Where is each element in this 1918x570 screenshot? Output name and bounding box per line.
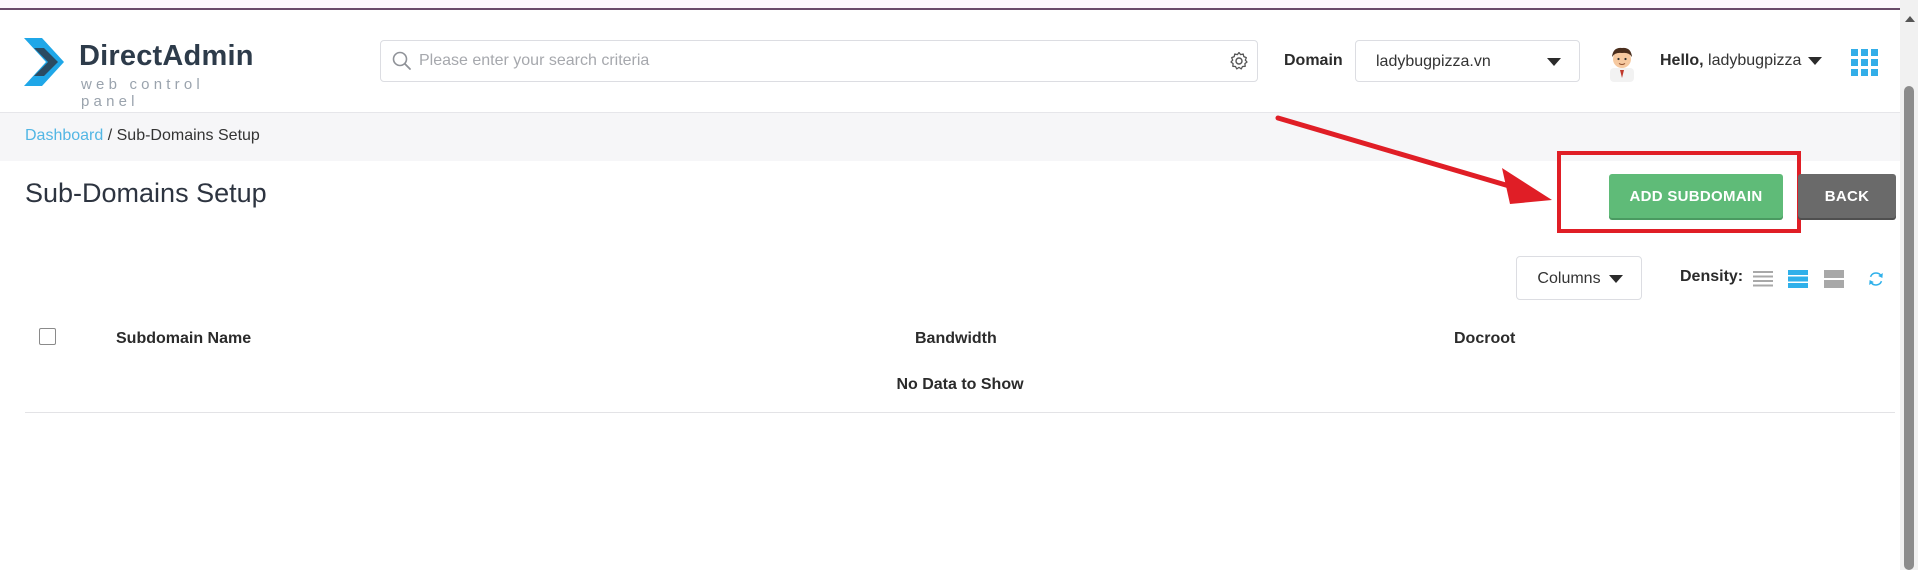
search-icon <box>392 51 411 70</box>
search-input[interactable] <box>419 41 1199 81</box>
refresh-icon[interactable] <box>1867 270 1885 288</box>
scrollbar-thumb[interactable] <box>1904 86 1914 570</box>
density-medium-icon[interactable] <box>1788 270 1808 288</box>
add-subdomain-button[interactable]: ADD SUBDOMAIN <box>1609 174 1783 218</box>
density-compact-icon[interactable] <box>1753 270 1773 288</box>
columns-dropdown[interactable]: Columns <box>1516 256 1642 300</box>
annotation-arrow <box>1275 115 1552 204</box>
empty-table-message: No Data to Show <box>896 376 1024 393</box>
logo-name: DirectAdmin <box>79 40 254 72</box>
chevron-down-icon <box>1609 275 1623 283</box>
column-header-bandwidth[interactable]: Bandwidth <box>915 330 997 348</box>
logo[interactable]: DirectAdmin web control panel <box>24 32 264 110</box>
top-header: DirectAdmin web control panel Domain lad… <box>0 12 1900 113</box>
domain-select[interactable]: ladybugpizza.vn <box>1355 40 1580 82</box>
apps-grid-icon[interactable] <box>1851 49 1878 76</box>
breadcrumb: Dashboard / Sub-Domains Setup <box>25 127 260 145</box>
page-scrollbar[interactable] <box>1900 0 1918 570</box>
logo-tagline: web control panel <box>81 76 204 110</box>
breadcrumb-dashboard-link[interactable]: Dashboard <box>25 127 103 144</box>
columns-label: Columns <box>1537 270 1601 287</box>
column-header-subdomain-name[interactable]: Subdomain Name <box>116 330 251 348</box>
user-menu-chevron-icon[interactable] <box>1808 57 1822 65</box>
page-title: Sub-Domains Setup <box>25 178 267 208</box>
domain-label: Domain <box>1284 52 1343 69</box>
breadcrumb-current: Sub-Domains Setup <box>116 127 260 144</box>
back-button[interactable]: BACK <box>1798 174 1896 218</box>
search-box[interactable] <box>380 40 1258 82</box>
scroll-up-arrow-icon[interactable] <box>1905 16 1915 22</box>
user-menu[interactable]: Hello, ladybugpizza <box>1660 52 1801 70</box>
directadmin-logo-icon <box>24 38 64 86</box>
browser-top-edge <box>0 0 1918 10</box>
column-header-docroot[interactable]: Docroot <box>1454 330 1515 348</box>
username: ladybugpizza <box>1708 52 1802 69</box>
gear-icon[interactable] <box>1229 51 1249 71</box>
greeting-text: Hello, <box>1660 52 1704 69</box>
domain-select-value: ladybugpizza.vn <box>1376 53 1491 70</box>
breadcrumb-separator: / <box>103 127 117 144</box>
density-label: Density: <box>1680 268 1744 285</box>
table-divider <box>25 412 1895 413</box>
avatar[interactable] <box>1604 44 1640 82</box>
density-comfortable-icon[interactable] <box>1824 270 1844 288</box>
chevron-down-icon <box>1547 58 1561 66</box>
select-all-checkbox[interactable] <box>39 328 56 345</box>
